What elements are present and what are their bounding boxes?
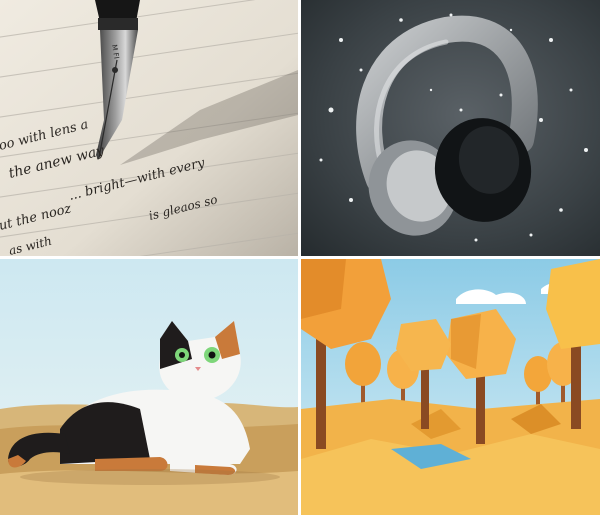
calico-cat-illustration [0, 259, 298, 515]
forest-scene [301, 259, 600, 515]
low-poly-forest-render [301, 259, 600, 515]
fountain-pen-illustration: M FI the anew way oo with lens a ... bri… [0, 0, 298, 256]
headphones-illustration [301, 0, 600, 256]
fountain-pen-photo: M FI the anew way oo with lens a ... bri… [0, 0, 298, 256]
image-collage-grid: M FI the anew way oo with lens a ... bri… [0, 0, 600, 515]
cat-scene [0, 259, 298, 515]
headphones-painting [301, 0, 600, 256]
